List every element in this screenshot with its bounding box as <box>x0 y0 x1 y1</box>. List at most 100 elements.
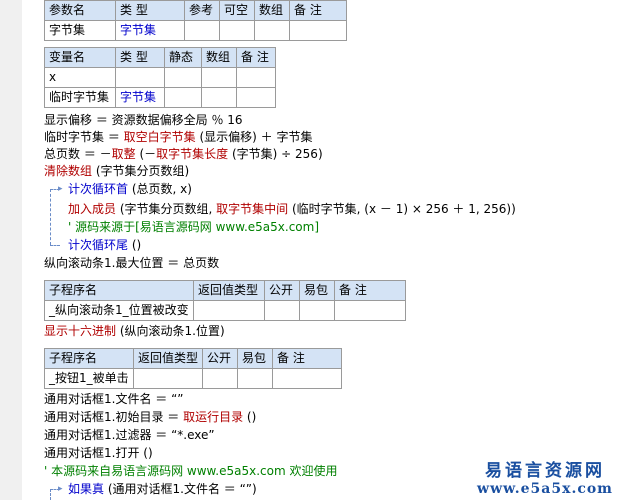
sub-pack-cell[interactable] <box>299 300 335 321</box>
code-line[interactable]: 临时字节集 ＝ 取空白字节集 (显示偏移) ＋ 字节集 <box>44 129 312 146</box>
sub-public-cell[interactable] <box>264 300 300 321</box>
sub-header-pack: 易包 <box>237 348 274 369</box>
func-name: 加入成员 <box>68 202 117 216</box>
loop-keyword: 计次循环尾 <box>68 238 129 252</box>
var-header-name: 变量名 <box>44 47 116 68</box>
sub-name-cell[interactable]: _纵向滚动条1_位置被改变 <box>44 300 194 321</box>
sub-public-cell[interactable] <box>202 368 239 389</box>
code-line[interactable]: 通用对话框1.初始目录 ＝ 取运行目录 () <box>44 409 256 426</box>
code-line[interactable]: 总页数 ＝ －取整 (－取字节集长度 (字节集) ÷ 256) <box>44 146 323 163</box>
code-line[interactable]: 显示十六进制 (纵向滚动条1.位置) <box>44 323 225 340</box>
sub-header-name: 子程序名 <box>44 348 134 369</box>
var-type-cell[interactable] <box>115 67 165 88</box>
code-text: (字节集) ÷ 256) <box>228 147 323 161</box>
param-type-cell[interactable]: 字节集 <box>115 20 185 41</box>
code-line[interactable]: 如果真 (通用对话框1.文件名 ＝ “”) <box>68 481 257 498</box>
code-line[interactable]: 显示偏移 ＝ 资源数据偏移全局 ％ 16 <box>44 112 243 129</box>
sub-header-return: 返回值类型 <box>193 280 265 301</box>
flow-keyword: 如果真 <box>68 482 105 496</box>
sub-note-cell[interactable] <box>334 300 406 321</box>
code-text: (纵向滚动条1.位置) <box>116 324 225 338</box>
param-header-array: 数组 <box>254 0 290 21</box>
var-name-cell[interactable]: x <box>44 67 116 88</box>
param-header-ref: 参考 <box>184 0 220 21</box>
code-text: (－ <box>135 147 157 161</box>
param-table: 参数名 类 型 参考 可空 数组 备 注 字节集 字节集 <box>44 0 347 41</box>
param-name-cell[interactable]: 字节集 <box>44 20 116 41</box>
sub-pack-cell[interactable] <box>237 368 274 389</box>
var-header-static: 静态 <box>164 47 202 68</box>
code-line[interactable]: 清除数组 (字节集分页数组) <box>44 163 189 180</box>
code-line[interactable]: 通用对话框1.过滤器 ＝ “*.exe” <box>44 427 215 444</box>
loop-guide-bottom <box>50 245 60 246</box>
code-text: (通用对话框1.文件名 ＝ “”) <box>104 482 257 496</box>
var-name-cell[interactable]: 临时字节集 <box>44 87 116 108</box>
func-name: 清除数组 <box>44 164 93 178</box>
code-text: 总页数 ＝ － <box>44 147 112 161</box>
sub-return-cell[interactable] <box>193 300 265 321</box>
code-text: (总页数, x) <box>128 182 192 196</box>
param-note-cell[interactable] <box>289 20 347 41</box>
code-line[interactable]: 加入成员 (字节集分页数组, 取字节集中间 (临时字节集, (x － 1) × … <box>68 201 516 218</box>
sub-header-return: 返回值类型 <box>132 348 204 369</box>
loop-arrow-icon: ▸ <box>58 184 63 194</box>
if-guide-line <box>50 489 51 500</box>
editor-gutter <box>0 0 23 500</box>
var-note-cell[interactable] <box>236 87 276 108</box>
code-line[interactable]: 计次循环尾 () <box>68 237 141 254</box>
var-table: 变量名 类 型 静态 数组 备 注 x 临时字节集 字节集 <box>44 47 276 108</box>
code-text: (显示偏移) ＋ 字节集 <box>195 130 313 144</box>
code-text: () <box>243 410 257 424</box>
param-ref-cell[interactable] <box>184 20 220 41</box>
var-static-cell[interactable] <box>164 87 202 108</box>
func-name: 取运行目录 <box>183 410 244 424</box>
code-text: (临时字节集, (x － 1) × 256 ＋ 1, 256)) <box>288 202 516 216</box>
var-array-cell[interactable] <box>201 87 237 108</box>
param-nullable-cell[interactable] <box>219 20 255 41</box>
var-array-cell[interactable] <box>201 67 237 88</box>
sub-note-cell[interactable] <box>272 368 343 389</box>
var-header-note: 备 注 <box>236 47 276 68</box>
code-editor[interactable]: 参数名 类 型 参考 可空 数组 备 注 字节集 字节集 变量名 类 型 静态 … <box>22 0 621 500</box>
code-text: () <box>128 238 142 252</box>
code-text: (字节集分页数组, <box>116 202 217 216</box>
sub-header-name: 子程序名 <box>44 280 194 301</box>
watermark-url: www.e5a5x.com <box>477 481 613 497</box>
sub-header-note: 备 注 <box>334 280 406 301</box>
sub-name-cell[interactable]: _按钮1_被单击 <box>44 368 134 389</box>
code-line[interactable]: 通用对话框1.文件名 ＝ “” <box>44 391 184 408</box>
subroutine-table: 子程序名 返回值类型 公开 易包 备 注 _纵向滚动条1_位置被改变 <box>44 280 406 321</box>
var-header-array: 数组 <box>201 47 237 68</box>
var-static-cell[interactable] <box>164 67 202 88</box>
watermark-title: 易语言资源网 <box>485 461 605 481</box>
code-line[interactable]: 计次循环首 (总页数, x) <box>68 181 192 198</box>
param-header-type: 类 型 <box>115 0 185 21</box>
subroutine-table: 子程序名 返回值类型 公开 易包 备 注 _按钮1_被单击 <box>44 348 343 389</box>
param-array-cell[interactable] <box>254 20 290 41</box>
code-line[interactable]: 纵向滚动条1.最大位置 ＝ 总页数 <box>44 255 219 272</box>
func-name: 取整 <box>111 147 136 161</box>
sub-return-cell[interactable] <box>132 368 204 389</box>
var-note-cell[interactable] <box>236 67 276 88</box>
comment-line[interactable]: ' 本源码来自易语言源码网 www.e5a5x.com 欢迎使用 <box>44 463 337 480</box>
loop-keyword: 计次循环首 <box>68 182 129 196</box>
code-text: (字节集分页数组) <box>92 164 190 178</box>
func-name: 取字节集中间 <box>216 202 289 216</box>
sub-header-public: 公开 <box>264 280 300 301</box>
loop-guide-line <box>50 189 51 245</box>
code-line[interactable]: 通用对话框1.打开 () <box>44 445 153 462</box>
code-text: 临时字节集 ＝ <box>44 130 124 144</box>
var-header-type: 类 型 <box>115 47 165 68</box>
sub-header-pack: 易包 <box>299 280 335 301</box>
if-arrow-icon: ▸ <box>58 484 63 494</box>
sub-header-public: 公开 <box>202 348 239 369</box>
var-type-cell[interactable]: 字节集 <box>115 87 165 108</box>
site-watermark: 易语言资源网 www.e5a5x.com <box>477 456 613 497</box>
comment-line[interactable]: ' 源码来源于[易语言源码网 www.e5a5x.com] <box>68 219 319 236</box>
func-name: 取空白字节集 <box>123 130 196 144</box>
param-header-nullable: 可空 <box>219 0 255 21</box>
param-header-note: 备 注 <box>289 0 347 21</box>
param-header-name: 参数名 <box>44 0 116 21</box>
func-name: 取字节集长度 <box>156 147 229 161</box>
code-text: 通用对话框1.初始目录 ＝ <box>44 410 184 424</box>
